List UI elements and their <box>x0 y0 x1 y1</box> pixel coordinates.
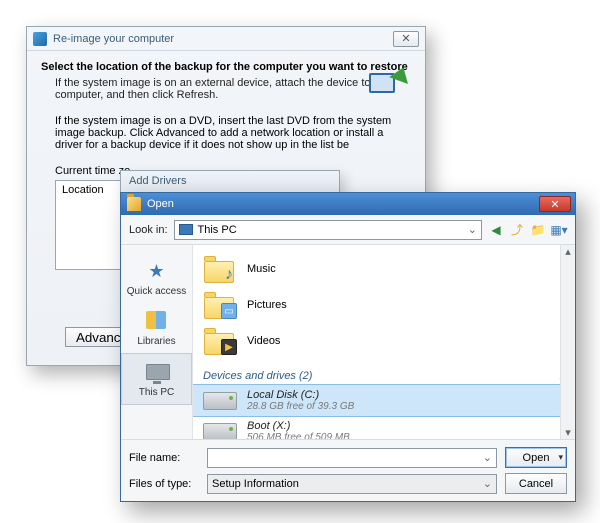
hard-drive-icon <box>203 392 237 410</box>
pictures-folder-icon: ▭ <box>203 291 237 319</box>
open-button-label: Open <box>523 452 550 464</box>
folder-music[interactable]: ♪ Music <box>193 251 575 287</box>
back-icon[interactable]: ◀ <box>488 222 504 238</box>
filetype-value: Setup Information <box>212 478 299 490</box>
sidebar-quick-access[interactable]: Quick access <box>121 253 192 303</box>
filename-combo[interactable]: ⌄ <box>207 448 497 468</box>
open-titlebar[interactable]: Open ✕ <box>121 193 575 215</box>
lookin-label: Look in: <box>129 224 168 236</box>
open-dialog: Open ✕ Look in: This PC ⌄ ◀ ⤴ 📁 ▦▾ Quick… <box>120 192 576 502</box>
music-folder-icon: ♪ <box>203 255 237 283</box>
folder-label: Videos <box>247 335 280 347</box>
places-sidebar: Quick access Libraries This PC <box>121 245 193 439</box>
wizard-app-icon <box>33 32 47 46</box>
restore-hero-icon <box>369 67 411 109</box>
open-button[interactable]: Open <box>505 447 567 468</box>
open-close-button[interactable]: ✕ <box>539 196 571 212</box>
drive-freespace: 506 MB free of 509 MB <box>247 432 350 439</box>
sidebar-this-pc[interactable]: This PC <box>121 353 192 405</box>
new-folder-icon[interactable]: 📁 <box>530 222 546 238</box>
sidebar-label: Quick access <box>127 286 186 297</box>
quick-access-icon <box>142 259 172 283</box>
chevron-down-icon: ⌄ <box>483 451 492 464</box>
open-toolbar: Look in: This PC ⌄ ◀ ⤴ 📁 ▦▾ <box>121 215 575 245</box>
filetype-combo[interactable]: Setup Information ⌄ <box>207 474 497 494</box>
folder-pictures[interactable]: ▭ Pictures <box>193 287 575 323</box>
drive-name: Local Disk (C:) <box>247 389 354 401</box>
drive-local-disk-c[interactable]: Local Disk (C:) 28.8 GB free of 39.3 GB <box>193 385 575 416</box>
folder-videos[interactable]: ▶ Videos <box>193 323 575 359</box>
add-drivers-titlebar[interactable]: Add Drivers <box>120 170 340 194</box>
scrollbar[interactable]: ▴ ▾ <box>560 245 575 439</box>
drive-freespace: 28.8 GB free of 39.3 GB <box>247 401 354 412</box>
listbox-column-header: Location <box>62 184 104 196</box>
devices-group-header[interactable]: Devices and drives (2) ▴ <box>193 365 575 385</box>
scroll-up-icon[interactable]: ▴ <box>565 245 571 258</box>
filetype-label: Files of type: <box>129 478 199 490</box>
wizard-paragraph: If the system image is on a DVD, insert … <box>55 115 397 151</box>
libraries-icon <box>142 309 172 333</box>
wizard-close-button[interactable]: ✕ <box>393 31 419 47</box>
wizard-subtext: If the system image is on an external de… <box>55 77 411 101</box>
wizard-heading: Select the location of the backup for th… <box>41 61 411 73</box>
add-drivers-title: Add Drivers <box>129 175 186 187</box>
lookin-combo[interactable]: This PC ⌄ <box>174 220 482 240</box>
folder-label: Music <box>247 263 276 275</box>
drive-boot-x[interactable]: Boot (X:) 506 MB free of 509 MB <box>193 416 575 439</box>
chevron-down-icon: ⌄ <box>483 477 492 490</box>
sidebar-libraries[interactable]: Libraries <box>121 303 192 353</box>
sidebar-label: This PC <box>139 387 175 398</box>
drive-name: Boot (X:) <box>247 420 350 432</box>
this-pc-icon <box>142 360 172 384</box>
view-menu-icon[interactable]: ▦▾ <box>551 222 567 238</box>
cancel-button[interactable]: Cancel <box>505 473 567 494</box>
wizard-titlebar[interactable]: Re-image your computer ✕ <box>27 27 425 51</box>
filename-label: File name: <box>129 452 199 464</box>
videos-folder-icon: ▶ <box>203 327 237 355</box>
group-header-label: Devices and drives (2) <box>203 370 312 382</box>
up-one-level-icon[interactable]: ⤴ <box>509 222 525 238</box>
folder-open-icon <box>127 197 141 211</box>
lookin-value: This PC <box>198 224 237 236</box>
cancel-button-label: Cancel <box>519 478 553 490</box>
folder-label: Pictures <box>247 299 287 311</box>
file-list[interactable]: ♪ Music ▭ Pictures ▶ Videos <box>193 245 575 439</box>
scroll-down-icon[interactable]: ▾ <box>565 426 571 439</box>
open-dialog-bottom: File name: ⌄ Open Files of type: Setup I… <box>121 439 575 501</box>
open-title: Open <box>147 198 174 210</box>
sidebar-label: Libraries <box>137 336 175 347</box>
wizard-title: Re-image your computer <box>53 33 174 45</box>
this-pc-icon <box>179 224 193 235</box>
hard-drive-icon <box>203 423 237 440</box>
chevron-down-icon: ⌄ <box>468 223 477 236</box>
